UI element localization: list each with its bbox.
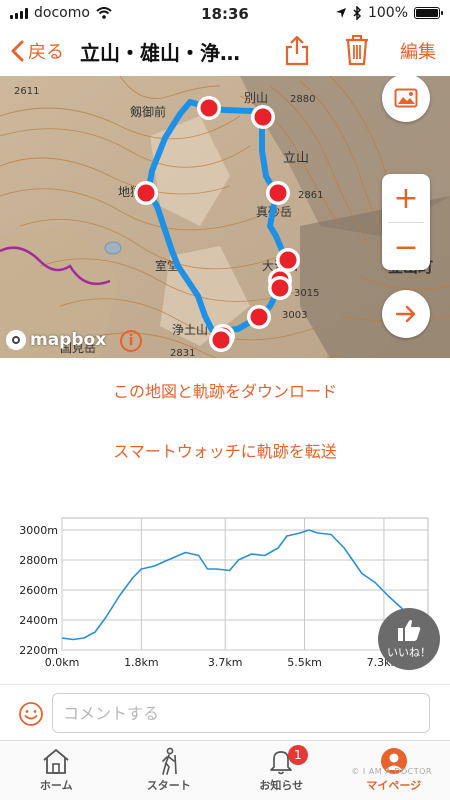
map-label: 3003: [282, 310, 307, 321]
download-map-link[interactable]: この地図と軌跡をダウンロード: [0, 378, 450, 402]
next-button[interactable]: [382, 290, 430, 338]
y-tick-label: 2800m: [19, 554, 58, 567]
x-tick-label: 1.8km: [124, 656, 159, 669]
comment-bar: [0, 684, 450, 740]
plot-frame: [61, 517, 429, 651]
trash-icon: [346, 35, 368, 66]
waypoint-marker[interactable]: [209, 328, 233, 352]
home-icon: [43, 748, 69, 774]
location-arrow-icon: [335, 8, 346, 18]
tab-mypage[interactable]: マイページ © I AM A DOCTOR: [338, 741, 450, 800]
tab-label: マイページ: [366, 779, 422, 792]
comment-input[interactable]: [52, 693, 430, 733]
zoom-out-button[interactable]: −: [382, 223, 430, 271]
map-label: 浄土山: [172, 323, 208, 337]
info-icon[interactable]: i: [120, 330, 142, 352]
zoom-controls: + −: [382, 174, 430, 270]
battery-icon: [414, 7, 443, 19]
delete-button[interactable]: [344, 34, 370, 70]
waypoint-marker[interactable]: [268, 276, 292, 300]
x-tick-label: 3.7km: [208, 656, 243, 669]
tab-label: スタート: [146, 779, 191, 792]
notification-badge: 1: [288, 745, 308, 765]
map-label: 2611: [14, 86, 39, 97]
tab-bar: ホーム スタート お知らせ 1 マイページ © I AM A DOCTOR: [0, 740, 450, 800]
hiker-icon: [161, 747, 177, 775]
smiley-icon[interactable]: [18, 701, 44, 727]
map-label: 剱御前: [130, 104, 166, 119]
x-tick-label: 0.0km: [45, 656, 80, 669]
map-label: 別山: [244, 91, 268, 105]
waypoint-marker[interactable]: [197, 96, 221, 120]
map-label: 2831: [170, 348, 195, 358]
send-to-watch-link[interactable]: スマートウォッチに軌跡を転送: [0, 438, 450, 462]
tab-start[interactable]: スタート: [113, 741, 226, 800]
x-tick-label: 5.5km: [287, 656, 322, 669]
chevron-left-icon: [11, 40, 24, 62]
watermark: © I AM A DOCTOR: [351, 767, 432, 776]
battery-percent: 100%: [367, 5, 408, 21]
bluetooth-icon: [353, 6, 362, 20]
tab-home[interactable]: ホーム: [0, 741, 113, 800]
status-bar: docomo 18:36 100%: [0, 0, 450, 28]
image-icon: [394, 88, 418, 108]
back-button[interactable]: 戻る: [10, 38, 64, 64]
mapbox-wordmark: mapbox: [30, 330, 107, 350]
map-label: 2880: [290, 94, 315, 105]
arrow-right-icon: [395, 305, 416, 323]
tab-notifications[interactable]: お知らせ 1: [225, 741, 338, 800]
status-right: 100%: [335, 5, 443, 21]
zoom-in-button[interactable]: +: [382, 174, 430, 222]
photo-layer-button[interactable]: [382, 76, 430, 122]
map-label: 立山: [283, 151, 309, 166]
like-label: いいね！: [387, 646, 431, 659]
map-label: 3015: [294, 288, 319, 299]
waypoint-marker[interactable]: [247, 305, 271, 329]
waypoint-marker[interactable]: [251, 105, 275, 129]
y-tick-label: 2400m: [19, 614, 58, 627]
waypoint-marker[interactable]: [266, 181, 290, 205]
mapbox-mark-icon: [6, 330, 26, 350]
route-map[interactable]: 2611 剱御前 別山 2880 立山 2861 真砂岳 地獄 室堂 大汝山 3…: [0, 76, 450, 358]
waypoint-marker[interactable]: [134, 181, 158, 205]
nav-bar: 戻る 立山・雄山・浄… 編集: [0, 28, 450, 76]
like-button[interactable]: いいね！: [378, 608, 440, 670]
minus-icon: −: [393, 229, 419, 265]
share-button[interactable]: [284, 34, 310, 70]
page-title: 立山・雄山・浄…: [80, 41, 240, 65]
mapbox-logo: mapbox: [6, 330, 106, 350]
tab-label: お知らせ: [259, 779, 304, 792]
thumbs-up-icon: [398, 620, 421, 641]
map-label: 2861: [298, 190, 323, 201]
tab-label: ホーム: [39, 779, 73, 792]
share-icon: [285, 35, 309, 66]
plus-icon: +: [393, 180, 419, 216]
edit-button[interactable]: 編集: [400, 38, 436, 64]
elevation-line: [61, 529, 416, 641]
y-tick-label: 3000m: [19, 524, 58, 537]
y-tick-label: 2600m: [19, 584, 58, 597]
back-label: 戻る: [28, 42, 64, 63]
